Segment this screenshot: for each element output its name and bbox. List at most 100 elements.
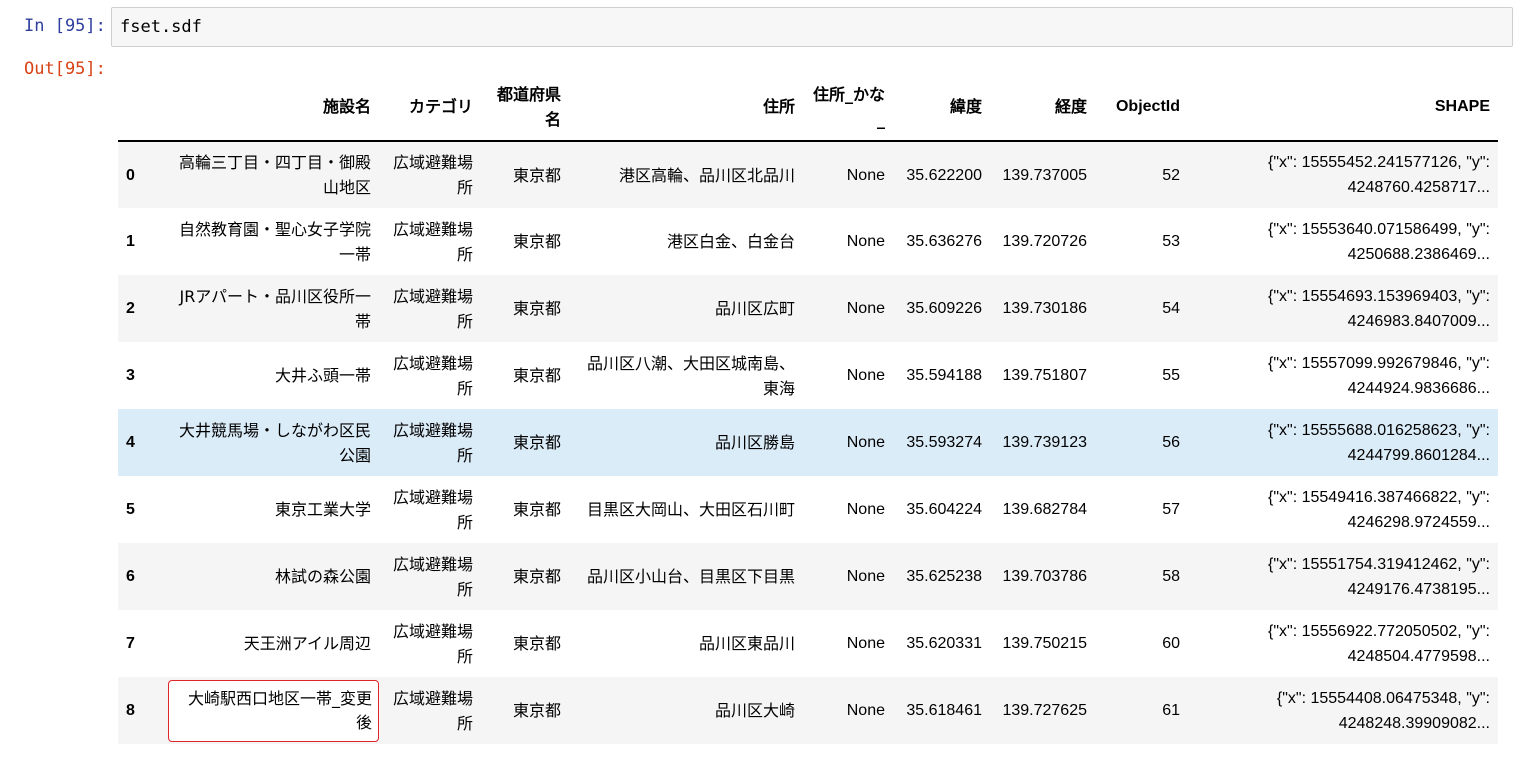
cell-name-highlighted: 大崎駅西口地区一帯_変更後	[160, 677, 379, 744]
cell-address-kana: None	[846, 635, 885, 652]
cell-objectid: 52	[1162, 166, 1180, 184]
cell-objectid: 55	[1162, 367, 1180, 384]
column-header-address-kana: 住所_かな_	[803, 73, 893, 142]
cell-address-kana: None	[846, 233, 885, 250]
cell-address-kana: None	[846, 367, 885, 384]
table-row: 2 JRアパート・品川区役所一帯 広域避難場所 東京都 品川区広町 None 3…	[118, 275, 1498, 342]
cell-category: 広域避難場所	[392, 219, 473, 264]
cell-shape: {"x": 15555688.016258623, "y": 4244799.8…	[1267, 421, 1490, 464]
column-header-category: カテゴリ	[379, 73, 481, 142]
cell-name: JRアパート・品川区役所一帯	[179, 286, 371, 331]
cell-name: 大井ふ頭一帯	[274, 366, 371, 385]
cell-shape: {"x": 15554408.06475348, "y": 4248248.39…	[1276, 689, 1490, 732]
cell-objectid: 54	[1162, 300, 1180, 317]
cell-shape: {"x": 15556922.772050502, "y": 4248504.4…	[1267, 622, 1490, 665]
cell-prefecture: 東京都	[512, 634, 561, 653]
highlight-box: 大崎駅西口地区一帯_変更後	[168, 679, 379, 742]
cell-prefecture: 東京都	[512, 232, 561, 251]
cell-address: 品川区大崎	[714, 701, 795, 720]
table-row: 8 大崎駅西口地区一帯_変更後 広域避難場所 東京都 品川区大崎 None 35…	[118, 677, 1498, 744]
cell-category: 広域避難場所	[392, 420, 473, 465]
cell-longitude: 139.751807	[1002, 367, 1087, 384]
cell-shape: {"x": 15557099.992679846, "y": 4244924.9…	[1267, 354, 1490, 397]
dataframe-table: 施設名 カテゴリ 都道府県名 住所 住所_かな_ 緯度 経度 ObjectId …	[118, 73, 1498, 744]
cell-prefecture: 東京都	[512, 567, 561, 586]
cell-shape: {"x": 15555452.241577126, "y": 4248760.4…	[1267, 154, 1490, 196]
cell-name: 林試の森公園	[274, 567, 371, 586]
output-prompt: Out[95]:	[24, 59, 106, 79]
cell-longitude: 139.730186	[1002, 300, 1087, 317]
cell-latitude: 35.604224	[906, 501, 982, 518]
cell-objectid: 53	[1162, 233, 1180, 250]
cell-shape: {"x": 15553640.071586499, "y": 4250688.2…	[1267, 220, 1490, 263]
row-index: 2	[126, 300, 135, 317]
cell-category: 広域避難場所	[392, 554, 473, 599]
table-row: 6 林試の森公園 広域避難場所 東京都 品川区小山台、目黒区下目黒 None 3…	[118, 543, 1498, 610]
cell-name: 東京工業大学	[274, 500, 371, 519]
cell-latitude: 35.625238	[906, 568, 982, 585]
cell-address-kana: None	[846, 702, 885, 719]
cell-address: 品川区広町	[714, 299, 795, 318]
cell-address: 品川区小山台、目黒区下目黒	[586, 567, 795, 586]
cell-category: 広域避難場所	[392, 487, 473, 532]
column-header-shape: SHAPE	[1188, 73, 1498, 142]
cell-objectid: 61	[1162, 702, 1180, 719]
cell-objectid: 60	[1162, 635, 1180, 652]
cell-prefecture: 東京都	[512, 366, 561, 385]
cell-longitude: 139.703786	[1002, 568, 1087, 585]
cell-objectid: 56	[1162, 434, 1180, 451]
table-row: 7 天王洲アイル周辺 広域避難場所 東京都 品川区東品川 None 35.620…	[118, 610, 1498, 677]
cell-name: 高輪三丁目・四丁目・御殿山地区	[178, 153, 371, 197]
cell-longitude: 139.682784	[1002, 501, 1087, 518]
column-header-index	[118, 73, 160, 142]
row-index: 8	[126, 702, 135, 719]
cell-category: 広域避難場所	[392, 621, 473, 666]
cell-longitude: 139.727625	[1002, 702, 1087, 719]
cell-address-kana: None	[846, 501, 885, 518]
cell-category: 広域避難場所	[392, 153, 473, 197]
cell-longitude: 139.720726	[1002, 233, 1087, 250]
cell-prefecture: 東京都	[512, 299, 561, 318]
table-row-hovered: 4 大井競馬場・しながわ区民公園 広域避難場所 東京都 品川区勝島 None 3…	[118, 409, 1498, 476]
cell-name: 自然教育園・聖心女子学院一帯	[178, 219, 371, 264]
column-header-objectid: ObjectId	[1095, 73, 1188, 142]
column-header-prefecture: 都道府県名	[481, 73, 569, 142]
row-index: 4	[126, 434, 135, 451]
column-header-longitude: 経度	[990, 73, 1095, 142]
input-prompt: In [95]:	[24, 16, 106, 36]
row-index: 0	[126, 166, 135, 184]
row-index: 3	[126, 367, 135, 384]
cell-shape: {"x": 15554693.153969403, "y": 4246983.8…	[1267, 287, 1490, 330]
cell-latitude: 35.622200	[906, 166, 982, 184]
cell-prefecture: 東京都	[512, 701, 561, 720]
row-index: 7	[126, 635, 135, 652]
cell-objectid: 58	[1162, 568, 1180, 585]
cell-shape: {"x": 15549416.387466822, "y": 4246298.9…	[1267, 488, 1490, 531]
cell-latitude: 35.618461	[906, 702, 982, 719]
cell-name: 天王洲アイル周辺	[243, 634, 371, 653]
cell-longitude: 139.750215	[1002, 635, 1087, 652]
table-row: 0 高輪三丁目・四丁目・御殿山地区 広域避難場所 東京都 港区高輪、品川区北品川…	[118, 141, 1498, 208]
cell-latitude: 35.620331	[906, 635, 982, 652]
table-header-row: 施設名 カテゴリ 都道府県名 住所 住所_かな_ 緯度 経度 ObjectId …	[118, 73, 1498, 142]
cell-address-kana: None	[846, 300, 885, 317]
cell-category: 広域避難場所	[392, 286, 473, 331]
row-index: 1	[126, 233, 135, 250]
column-header-address: 住所	[569, 73, 803, 142]
cell-address: 品川区東品川	[698, 634, 795, 653]
cell-longitude: 139.739123	[1002, 434, 1087, 451]
cell-address: 品川区勝島	[714, 433, 795, 452]
cell-address: 港区白金、白金台	[666, 232, 795, 251]
cell-address: 目黒区大岡山、大田区石川町	[586, 500, 795, 519]
cell-latitude: 35.593274	[906, 434, 982, 451]
code-input-cell[interactable]: fset.sdf	[111, 7, 1513, 47]
cell-prefecture: 東京都	[512, 433, 561, 452]
cell-address: 港区高輪、品川区北品川	[618, 165, 795, 185]
cell-address-kana: None	[846, 568, 885, 585]
cell-prefecture: 東京都	[512, 500, 561, 519]
table-row: 3 大井ふ頭一帯 広域避難場所 東京都 品川区八潮、大田区城南島、東海 None…	[118, 342, 1498, 409]
cell-category: 広域避難場所	[392, 353, 473, 398]
cell-prefecture: 東京都	[512, 165, 561, 185]
cell-shape: {"x": 15551754.319412462, "y": 4249176.4…	[1267, 555, 1490, 598]
cell-address-kana: None	[846, 166, 885, 184]
